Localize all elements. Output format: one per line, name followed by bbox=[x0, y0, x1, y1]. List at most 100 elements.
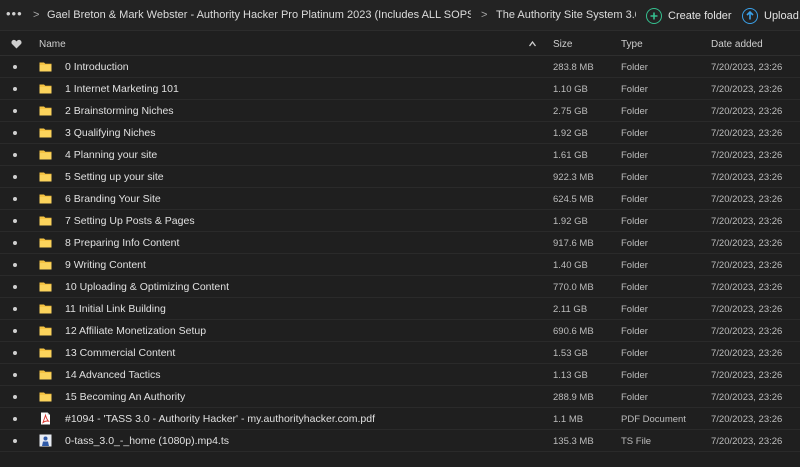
file-row[interactable]: 0-tass_3.0_-_home (1080p).mp4.ts 135.3 M… bbox=[0, 430, 800, 452]
file-date-added: 7/20/2023, 23:26 bbox=[711, 128, 783, 139]
row-bullet bbox=[13, 263, 17, 267]
file-row[interactable]: 9 Writing Content 1.40 GB Folder 7/20/20… bbox=[0, 254, 800, 276]
file-name[interactable]: 9 Writing Content bbox=[65, 259, 146, 271]
more-breadcrumbs-button[interactable]: ••• bbox=[6, 7, 24, 21]
file-type: PDF Document bbox=[621, 414, 686, 425]
file-name[interactable]: 11 Initial Link Building bbox=[65, 303, 166, 315]
folder-icon bbox=[39, 126, 52, 139]
file-name[interactable]: 8 Preparing Info Content bbox=[65, 237, 179, 249]
file-name[interactable]: 13 Commercial Content bbox=[65, 347, 175, 359]
row-bullet bbox=[13, 373, 17, 377]
file-row[interactable]: 10 Uploading & Optimizing Content 770.0 … bbox=[0, 276, 800, 298]
create-folder-label: Create folder bbox=[668, 9, 732, 22]
file-row[interactable]: 15 Becoming An Authority 288.9 MB Folder… bbox=[0, 386, 800, 408]
file-date-added: 7/20/2023, 23:26 bbox=[711, 84, 783, 95]
file-row[interactable]: 0 Introduction 283.8 MB Folder 7/20/2023… bbox=[0, 56, 800, 78]
file-row[interactable]: 8 Preparing Info Content 917.6 MB Folder… bbox=[0, 232, 800, 254]
file-date-added: 7/20/2023, 23:26 bbox=[711, 326, 783, 337]
file-row[interactable]: 6 Branding Your Site 624.5 MB Folder 7/2… bbox=[0, 188, 800, 210]
file-name[interactable]: 5 Setting up your site bbox=[65, 171, 164, 183]
file-size: 1.10 GB bbox=[553, 84, 588, 95]
file-size: 288.9 MB bbox=[553, 392, 594, 403]
folder-icon bbox=[39, 368, 52, 381]
row-bullet bbox=[13, 65, 17, 69]
file-row[interactable]: 11 Initial Link Building 2.11 GB Folder … bbox=[0, 298, 800, 320]
file-type: Folder bbox=[621, 172, 648, 183]
folder-icon bbox=[39, 60, 52, 73]
file-row[interactable]: 1 Internet Marketing 101 1.10 GB Folder … bbox=[0, 78, 800, 100]
column-header-date-added[interactable]: Date added bbox=[711, 39, 763, 50]
breadcrumb-parent-folder[interactable]: Gael Breton & Mark Webster - Authority H… bbox=[47, 9, 471, 21]
file-date-added: 7/20/2023, 23:26 bbox=[711, 392, 783, 403]
row-bullet bbox=[13, 87, 17, 91]
file-row[interactable]: 4 Planning your site 1.61 GB Folder 7/20… bbox=[0, 144, 800, 166]
file-name[interactable]: 6 Branding Your Site bbox=[65, 193, 161, 205]
file-size: 624.5 MB bbox=[553, 194, 594, 205]
row-bullet bbox=[13, 351, 17, 355]
file-name[interactable]: 1 Internet Marketing 101 bbox=[65, 83, 179, 95]
file-row[interactable]: #1094 - 'TASS 3.0 - Authority Hacker' - … bbox=[0, 408, 800, 430]
file-size: 1.92 GB bbox=[553, 216, 588, 227]
file-name[interactable]: 10 Uploading & Optimizing Content bbox=[65, 281, 229, 293]
file-name[interactable]: 15 Becoming An Authority bbox=[65, 391, 185, 403]
upload-label: Upload... bbox=[764, 9, 800, 22]
folder-icon bbox=[39, 214, 52, 227]
file-size: 1.53 GB bbox=[553, 348, 588, 359]
folder-icon bbox=[39, 390, 52, 403]
breadcrumb-current-folder[interactable]: The Authority Site System 3.0 bbox=[496, 9, 636, 21]
pdf-icon bbox=[39, 412, 52, 425]
file-row[interactable]: 7 Setting Up Posts & Pages 1.92 GB Folde… bbox=[0, 210, 800, 232]
file-type: Folder bbox=[621, 238, 648, 249]
file-name[interactable]: 14 Advanced Tactics bbox=[65, 369, 161, 381]
file-name[interactable]: #1094 - 'TASS 3.0 - Authority Hacker' - … bbox=[65, 413, 375, 425]
row-bullet bbox=[13, 439, 17, 443]
row-bullet bbox=[13, 395, 17, 399]
file-row[interactable]: 14 Advanced Tactics 1.13 GB Folder 7/20/… bbox=[0, 364, 800, 386]
upload-arrow-icon bbox=[742, 7, 758, 24]
file-type: Folder bbox=[621, 150, 648, 161]
file-name[interactable]: 7 Setting Up Posts & Pages bbox=[65, 215, 195, 227]
file-name[interactable]: 0-tass_3.0_-_home (1080p).mp4.ts bbox=[65, 435, 229, 447]
file-name[interactable]: 2 Brainstorming Niches bbox=[65, 105, 174, 117]
folder-icon bbox=[39, 104, 52, 117]
folder-icon bbox=[39, 258, 52, 271]
create-folder-button[interactable]: Create folder bbox=[646, 5, 732, 26]
file-date-added: 7/20/2023, 23:26 bbox=[711, 194, 783, 205]
file-row[interactable]: 2 Brainstorming Niches 2.75 GB Folder 7/… bbox=[0, 100, 800, 122]
row-bullet bbox=[13, 131, 17, 135]
file-row[interactable]: 12 Affiliate Monetization Setup 690.6 MB… bbox=[0, 320, 800, 342]
file-type: Folder bbox=[621, 282, 648, 293]
row-bullet bbox=[13, 417, 17, 421]
file-name[interactable]: 0 Introduction bbox=[65, 61, 129, 73]
row-bullet bbox=[13, 175, 17, 179]
file-row[interactable]: 5 Setting up your site 922.3 MB Folder 7… bbox=[0, 166, 800, 188]
folder-icon bbox=[39, 170, 52, 183]
row-bullet bbox=[13, 219, 17, 223]
file-date-added: 7/20/2023, 23:26 bbox=[711, 370, 783, 381]
file-row[interactable]: 3 Qualifying Niches 1.92 GB Folder 7/20/… bbox=[0, 122, 800, 144]
file-type: Folder bbox=[621, 304, 648, 315]
file-row[interactable]: 13 Commercial Content 1.53 GB Folder 7/2… bbox=[0, 342, 800, 364]
file-size: 1.61 GB bbox=[553, 150, 588, 161]
file-type: Folder bbox=[621, 326, 648, 337]
upload-button[interactable]: Upload... bbox=[742, 5, 800, 26]
row-bullet bbox=[13, 307, 17, 311]
column-header-name[interactable]: Name bbox=[39, 39, 66, 50]
file-type: Folder bbox=[621, 128, 648, 139]
file-size: 135.3 MB bbox=[553, 436, 594, 447]
column-header-size[interactable]: Size bbox=[553, 39, 572, 50]
file-name[interactable]: 12 Affiliate Monetization Setup bbox=[65, 325, 206, 337]
file-type: TS File bbox=[621, 436, 652, 447]
sort-ascending-icon[interactable] bbox=[529, 41, 536, 47]
file-name[interactable]: 4 Planning your site bbox=[65, 149, 157, 161]
file-name[interactable]: 3 Qualifying Niches bbox=[65, 127, 155, 139]
file-date-added: 7/20/2023, 23:26 bbox=[711, 238, 783, 249]
file-list-header: Name Size Type Date added bbox=[0, 32, 800, 56]
column-header-type[interactable]: Type bbox=[621, 39, 643, 50]
folder-icon bbox=[39, 148, 52, 161]
folder-icon bbox=[39, 280, 52, 293]
heart-icon[interactable] bbox=[11, 39, 22, 49]
breadcrumb-separator: > bbox=[481, 9, 488, 21]
file-date-added: 7/20/2023, 23:26 bbox=[711, 62, 783, 73]
file-date-added: 7/20/2023, 23:26 bbox=[711, 216, 783, 227]
